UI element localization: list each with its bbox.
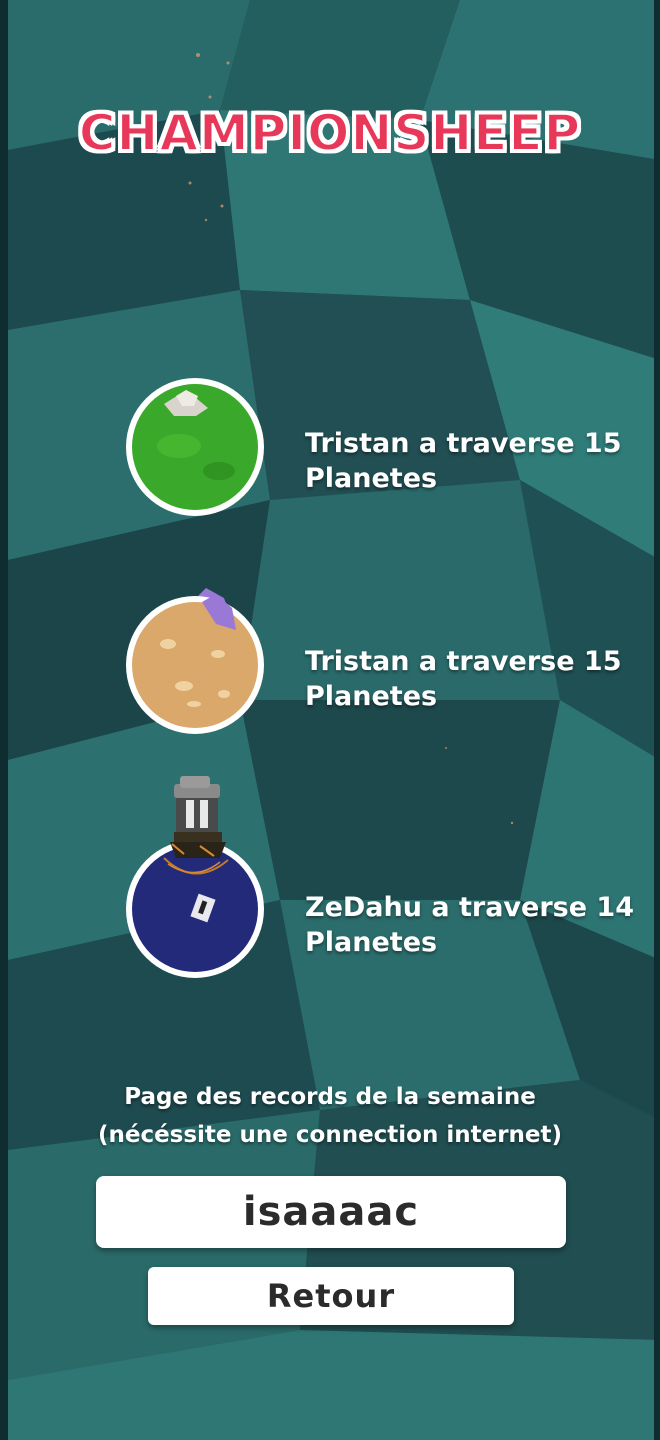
grass-planet-icon	[124, 376, 266, 518]
record-text: Tristan a traverse 15 Planetes	[305, 646, 622, 712]
sand-planet-icon	[124, 588, 266, 736]
game-title: CHAMPIONSHEEP	[78, 103, 582, 163]
record-row: Tristan a traverse 15 Planetes	[0, 370, 660, 530]
back-button[interactable]: Retour	[148, 1267, 514, 1325]
back-button-label: Retour	[266, 1277, 396, 1315]
caption-line-1: Page des records de la semaine	[124, 1084, 536, 1110]
records-caption: Page des records de la semaine (nécéssit…	[0, 1078, 660, 1154]
record-row: Tristan a traverse 15 Planetes	[0, 588, 660, 748]
record-text: ZeDahu a traverse 14 Planetes	[305, 892, 635, 958]
player-name-button[interactable]: isaaaac	[96, 1176, 566, 1248]
record-text: Tristan a traverse 15 Planetes	[305, 428, 622, 494]
space-station-planet-icon	[124, 776, 266, 980]
record-row: ZeDahu a traverse 14 Planetes	[0, 776, 660, 978]
caption-line-2: (nécéssite une connection internet)	[97, 1122, 563, 1148]
player-name-label: isaaaac	[242, 1189, 420, 1235]
